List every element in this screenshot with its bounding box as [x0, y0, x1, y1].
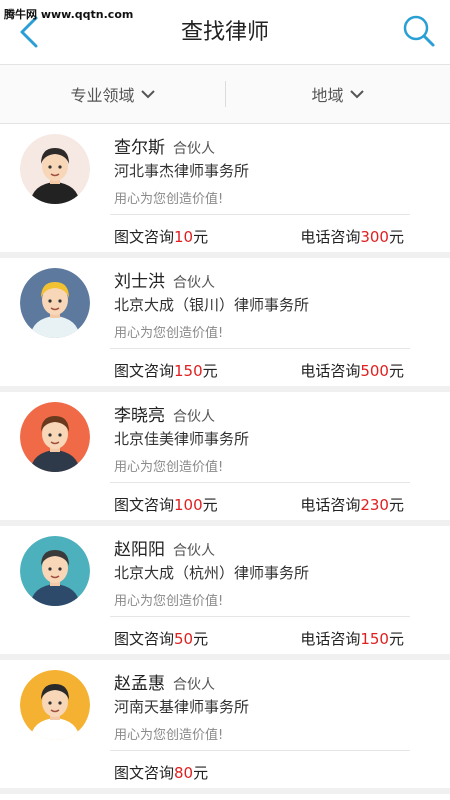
card-divider: [110, 616, 410, 617]
avatar: [20, 402, 90, 472]
phone-consult-label: 电话咨询: [300, 362, 361, 380]
lawyer-slogan: 用心为您创造价值!: [114, 594, 224, 609]
card-divider: [110, 482, 410, 483]
lawyer-name: 查尔斯: [114, 138, 165, 158]
filter-region-label: 地域: [311, 86, 344, 105]
phone-consult-label: 电话咨询: [300, 496, 361, 514]
lawyer-role: 合伙人: [173, 543, 215, 559]
phone-consult-amount: 500: [360, 362, 389, 380]
lawyer-slogan: 用心为您创造价值!: [114, 460, 224, 475]
lawyer-role: 合伙人: [173, 409, 215, 425]
chevron-down-icon: [140, 90, 155, 99]
lawyer-card[interactable]: 李晓亮 合伙人 北京佳美律师事务所 用心为您创造价值! 图文咨询100元 电话咨…: [0, 392, 450, 526]
text-consult-amount: 50: [174, 630, 194, 648]
text-consult-label: 图文咨询: [114, 630, 175, 648]
text-consult-amount: 80: [174, 764, 194, 782]
lawyer-slogan: 用心为您创造价值!: [114, 192, 224, 207]
person-icon: [20, 134, 90, 204]
lawyer-role: 合伙人: [173, 141, 215, 157]
lawyer-firm: 北京大成（银川）律师事务所: [114, 296, 310, 314]
lawyer-slogan: 用心为您创造价值!: [114, 326, 224, 341]
name-row: 刘士洪 合伙人: [114, 267, 215, 292]
phone-consult-amount: 150: [360, 630, 389, 648]
name-row: 赵阳阳 合伙人: [114, 535, 215, 560]
name-row: 李晓亮 合伙人: [114, 401, 215, 426]
lawyer-slogan: 用心为您创造价值!: [114, 728, 224, 743]
lawyer-name: 刘士洪: [114, 272, 165, 292]
lawyer-card[interactable]: 刘士洪 合伙人 北京大成（银川）律师事务所 用心为您创造价值! 图文咨询150元…: [0, 258, 450, 392]
phone-consult-amount: 300: [360, 228, 389, 246]
text-consult-amount: 150: [174, 362, 203, 380]
text-consult-price[interactable]: 图文咨询80元: [114, 762, 208, 783]
text-consult-label: 图文咨询: [114, 228, 175, 246]
card-divider: [110, 750, 410, 751]
lawyer-firm: 河北事杰律师事务所: [114, 162, 250, 180]
phone-consult-amount: 230: [360, 496, 389, 514]
lawyer-list: 查尔斯 合伙人 河北事杰律师事务所 用心为您创造价值! 图文咨询10元 电话咨询…: [0, 124, 450, 794]
lawyer-firm: 北京大成（杭州）律师事务所: [114, 564, 310, 582]
lawyer-firm: 北京佳美律师事务所: [114, 430, 250, 448]
phone-consult-label: 电话咨询: [300, 630, 361, 648]
text-consult-label: 图文咨询: [114, 362, 175, 380]
text-consult-price[interactable]: 图文咨询50元: [114, 628, 208, 649]
lawyer-card[interactable]: 赵阳阳 合伙人 北京大成（杭州）律师事务所 用心为您创造价值! 图文咨询50元 …: [0, 526, 450, 660]
card-divider: [110, 348, 410, 349]
lawyer-role: 合伙人: [173, 677, 215, 693]
search-button[interactable]: [402, 14, 436, 48]
phone-consult-price[interactable]: 电话咨询230元: [300, 494, 404, 515]
phone-consult-price[interactable]: 电话咨询500元: [300, 360, 404, 381]
price-unit: 元: [202, 496, 218, 514]
filter-specialty-label: 专业领域: [70, 86, 135, 105]
price-unit: 元: [388, 362, 404, 380]
avatar: [20, 670, 90, 740]
person-icon: [20, 402, 90, 472]
avatar: [20, 268, 90, 338]
lawyer-card[interactable]: 查尔斯 合伙人 河北事杰律师事务所 用心为您创造价值! 图文咨询10元 电话咨询…: [0, 124, 450, 258]
lawyer-name: 李晓亮: [114, 406, 165, 426]
name-row: 赵孟惠 合伙人: [114, 669, 215, 694]
filter-bar: 专业领域 地域: [0, 64, 450, 124]
avatar: [20, 536, 90, 606]
filter-specialty[interactable]: 专业领域: [0, 65, 225, 123]
phone-consult-label: 电话咨询: [300, 228, 361, 246]
text-consult-price[interactable]: 图文咨询10元: [114, 226, 208, 247]
text-consult-label: 图文咨询: [114, 764, 175, 782]
name-row: 查尔斯 合伙人: [114, 133, 215, 158]
text-consult-price[interactable]: 图文咨询100元: [114, 494, 218, 515]
avatar: [20, 134, 90, 204]
filter-region[interactable]: 地域: [225, 65, 450, 123]
text-consult-amount: 100: [174, 496, 203, 514]
price-unit: 元: [388, 496, 404, 514]
text-consult-amount: 10: [174, 228, 194, 246]
text-consult-label: 图文咨询: [114, 496, 175, 514]
lawyer-card[interactable]: 赵孟惠 合伙人 河南天基律师事务所 用心为您创造价值! 图文咨询80元: [0, 660, 450, 794]
filter-divider: [225, 81, 226, 107]
card-divider: [110, 214, 410, 215]
price-unit: 元: [193, 228, 209, 246]
person-icon: [20, 536, 90, 606]
price-unit: 元: [193, 764, 209, 782]
text-consult-price[interactable]: 图文咨询150元: [114, 360, 218, 381]
lawyer-role: 合伙人: [173, 275, 215, 291]
lawyer-name: 赵阳阳: [114, 540, 165, 560]
phone-consult-price[interactable]: 电话咨询150元: [300, 628, 404, 649]
price-unit: 元: [202, 362, 218, 380]
lawyer-firm: 河南天基律师事务所: [114, 698, 250, 716]
person-icon: [20, 670, 90, 740]
chevron-down-icon: [349, 90, 364, 99]
lawyer-name: 赵孟惠: [114, 674, 165, 694]
person-icon: [20, 268, 90, 338]
watermark: 腾牛网 www.qqtn.com: [4, 8, 134, 21]
price-unit: 元: [388, 228, 404, 246]
price-unit: 元: [388, 630, 404, 648]
search-icon: [403, 15, 435, 47]
phone-consult-price[interactable]: 电话咨询300元: [300, 226, 404, 247]
price-unit: 元: [193, 630, 209, 648]
